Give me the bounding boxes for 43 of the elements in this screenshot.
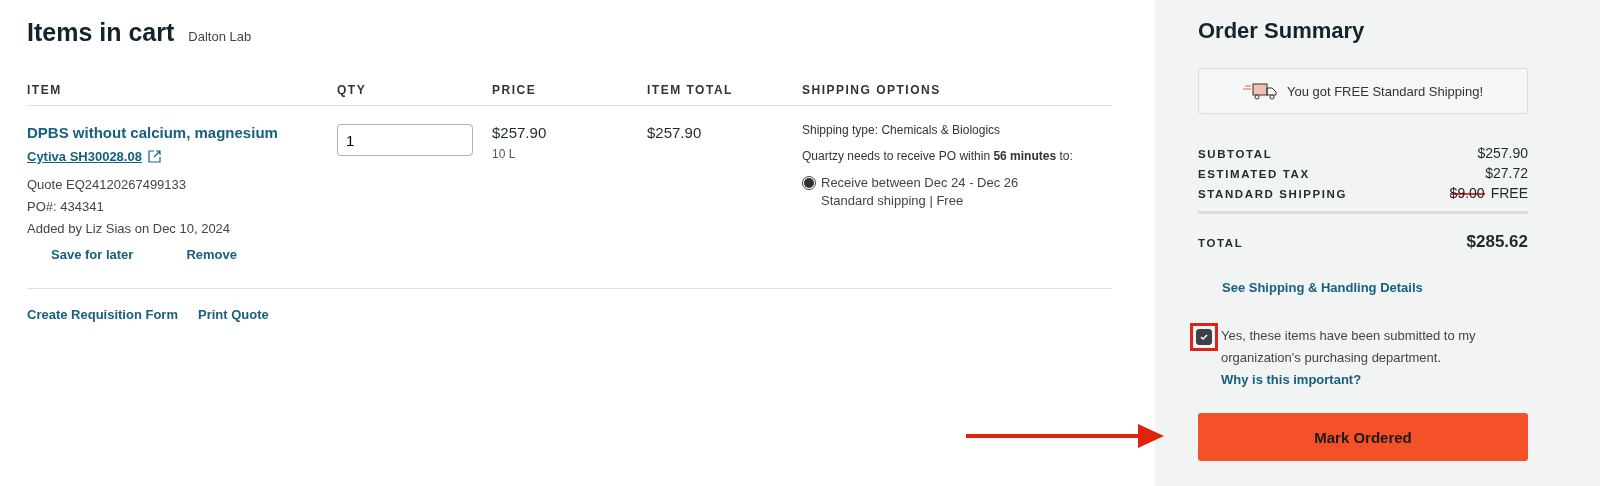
shipping-details-link[interactable]: See Shipping & Handling Details: [1222, 280, 1528, 295]
footer-link[interactable]: Create Requisition Form: [27, 307, 178, 322]
po-number: PO#: 434341: [27, 198, 104, 216]
summary-label: ESTIMATED TAX: [1198, 168, 1310, 180]
confirm-text: Yes, these items have been submitted to my organization's purchasing department. Why is this important?: [1221, 327, 1477, 389]
unit-price: $257.90: [492, 124, 547, 141]
lab-name: Dalton Lab: [188, 29, 252, 44]
shipping-option-label: Receive between Dec 24 - Dec 26: [821, 175, 1019, 190]
summary-label: STANDARD SHIPPING: [1198, 188, 1348, 200]
summary-value: $257.90: [1477, 145, 1528, 161]
total-value: $285.62: [1466, 232, 1528, 252]
summary-value: $27.72: [1485, 165, 1528, 181]
shipping-type: Shipping type: Chemicals & Biologics: [802, 123, 1001, 137]
checkmark-icon: [1200, 333, 1208, 341]
column-header: QTY: [337, 83, 492, 106]
summary-value: FREE: [1490, 185, 1528, 201]
added-by: Added by Liz Sias on Dec 10, 2024: [27, 220, 231, 238]
column-header: PRICE: [492, 83, 647, 106]
item-name-link[interactable]: DPBS without calcium, magnesium: [27, 124, 278, 141]
item-action-link[interactable]: Save for later: [51, 247, 134, 262]
unit-size: 10 L: [492, 147, 516, 161]
catalog-link[interactable]: Cytiva SH30028.08: [27, 149, 161, 164]
po-deadline: Quartzy needs to receive PO within 56 minutes to:: [802, 149, 1073, 163]
summary-label: SUBTOTAL: [1198, 148, 1273, 160]
footer-link[interactable]: Print Quote: [197, 307, 269, 322]
column-header: SHIPPING OPTIONS: [802, 83, 1112, 106]
cart-title: Items in cart: [27, 18, 175, 47]
column-header: ITEM TOTAL: [647, 83, 802, 106]
quantity-field[interactable]: 1: [337, 124, 473, 156]
confirm-checkbox[interactable]: [1196, 329, 1212, 345]
summary-title: Order Summary: [1198, 18, 1366, 44]
mark-ordered-button[interactable]: Mark Ordered: [1198, 413, 1528, 461]
why-important-link[interactable]: Why is this important?: [1221, 372, 1362, 387]
external-link-icon: [147, 150, 161, 163]
item-action-link[interactable]: Remove: [186, 247, 237, 262]
total-label: TOTAL: [1198, 237, 1244, 249]
item-total: $257.90: [647, 124, 702, 141]
quote-number: Quote EQ24120267499133: [27, 176, 187, 194]
truck-icon: [1242, 81, 1279, 101]
column-header: ITEM: [27, 83, 337, 106]
shipping-radio[interactable]: [802, 176, 816, 190]
banner-text: You got FREE Standard Shipping!: [1286, 83, 1484, 99]
shipping-option-detail: Standard shipping | Free: [821, 193, 965, 208]
